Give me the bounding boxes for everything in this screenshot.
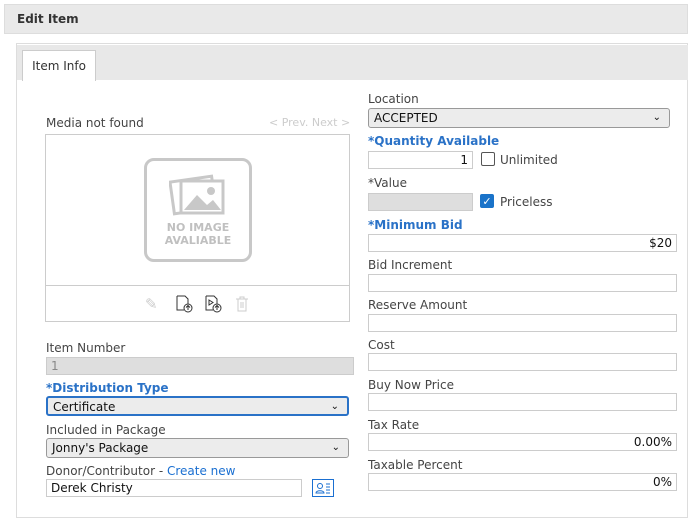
photo-icon xyxy=(169,174,225,216)
reserve-label: Reserve Amount xyxy=(368,298,468,312)
min-bid-input[interactable]: $20 xyxy=(368,234,677,252)
cost-label: Cost xyxy=(368,338,395,352)
unlimited-label: Unlimited xyxy=(500,153,558,167)
tax-rate-input[interactable]: 0.00% xyxy=(368,433,677,451)
no-image-placeholder: NO IMAGE AVALIABLE xyxy=(144,158,252,262)
donor-label: Donor/Contributor - Create new xyxy=(46,464,236,478)
edit-pencil-icon[interactable]: ✎ xyxy=(145,295,158,313)
tab-item-info[interactable]: Item Info xyxy=(22,50,96,81)
chevron-down-icon: ⌄ xyxy=(331,442,340,453)
upload-video-icon[interactable] xyxy=(204,295,222,313)
location-label: Location xyxy=(368,92,419,106)
bid-increment-input[interactable] xyxy=(368,274,677,292)
reserve-input[interactable] xyxy=(368,314,677,332)
quantity-label: *Quantity Available xyxy=(368,134,500,148)
taxable-percent-label: Taxable Percent xyxy=(368,458,463,472)
buy-now-input[interactable] xyxy=(368,393,677,411)
tab-strip xyxy=(17,45,688,80)
bid-increment-label: Bid Increment xyxy=(368,258,453,272)
distribution-type-label: *Distribution Type xyxy=(46,381,169,395)
media-nav[interactable]: < Prev. Next > xyxy=(269,116,350,129)
min-bid-label: *Minimum Bid xyxy=(368,218,463,232)
chevron-down-icon: ⌄ xyxy=(330,401,339,412)
media-status: Media not found xyxy=(46,116,144,130)
location-select[interactable]: ACCEPTED ⌄ xyxy=(368,108,670,128)
buy-now-label: Buy Now Price xyxy=(368,378,454,392)
tax-rate-label: Tax Rate xyxy=(368,418,420,432)
item-number-label: Item Number xyxy=(46,341,126,355)
donor-input[interactable]: Derek Christy xyxy=(46,479,302,497)
package-label: Included in Package xyxy=(46,423,166,437)
trash-icon[interactable] xyxy=(235,296,249,312)
upload-image-icon[interactable] xyxy=(175,295,193,313)
contact-card-button[interactable] xyxy=(312,479,334,497)
priceless-label: Priceless xyxy=(500,195,553,209)
item-number-input: 1 xyxy=(46,357,354,375)
priceless-checkbox[interactable]: ✓ xyxy=(480,194,494,208)
media-box: NO IMAGE AVALIABLE ✎ xyxy=(45,134,350,322)
quantity-input[interactable]: 1 xyxy=(368,151,473,169)
dialog-title: Edit Item xyxy=(17,12,79,26)
dialog-header: Edit Item xyxy=(4,4,688,34)
chevron-down-icon: ⌄ xyxy=(652,112,661,123)
contact-card-icon xyxy=(315,483,330,494)
value-label: *Value xyxy=(368,176,407,190)
create-new-link[interactable]: Create new xyxy=(167,464,236,478)
value-input xyxy=(368,193,473,211)
cost-input[interactable] xyxy=(368,353,677,371)
package-select[interactable]: Jonny's Package ⌄ xyxy=(46,438,349,458)
unlimited-checkbox[interactable] xyxy=(481,152,495,166)
taxable-percent-input[interactable]: 0% xyxy=(368,473,677,491)
distribution-type-select[interactable]: Certificate ⌄ xyxy=(46,396,349,416)
